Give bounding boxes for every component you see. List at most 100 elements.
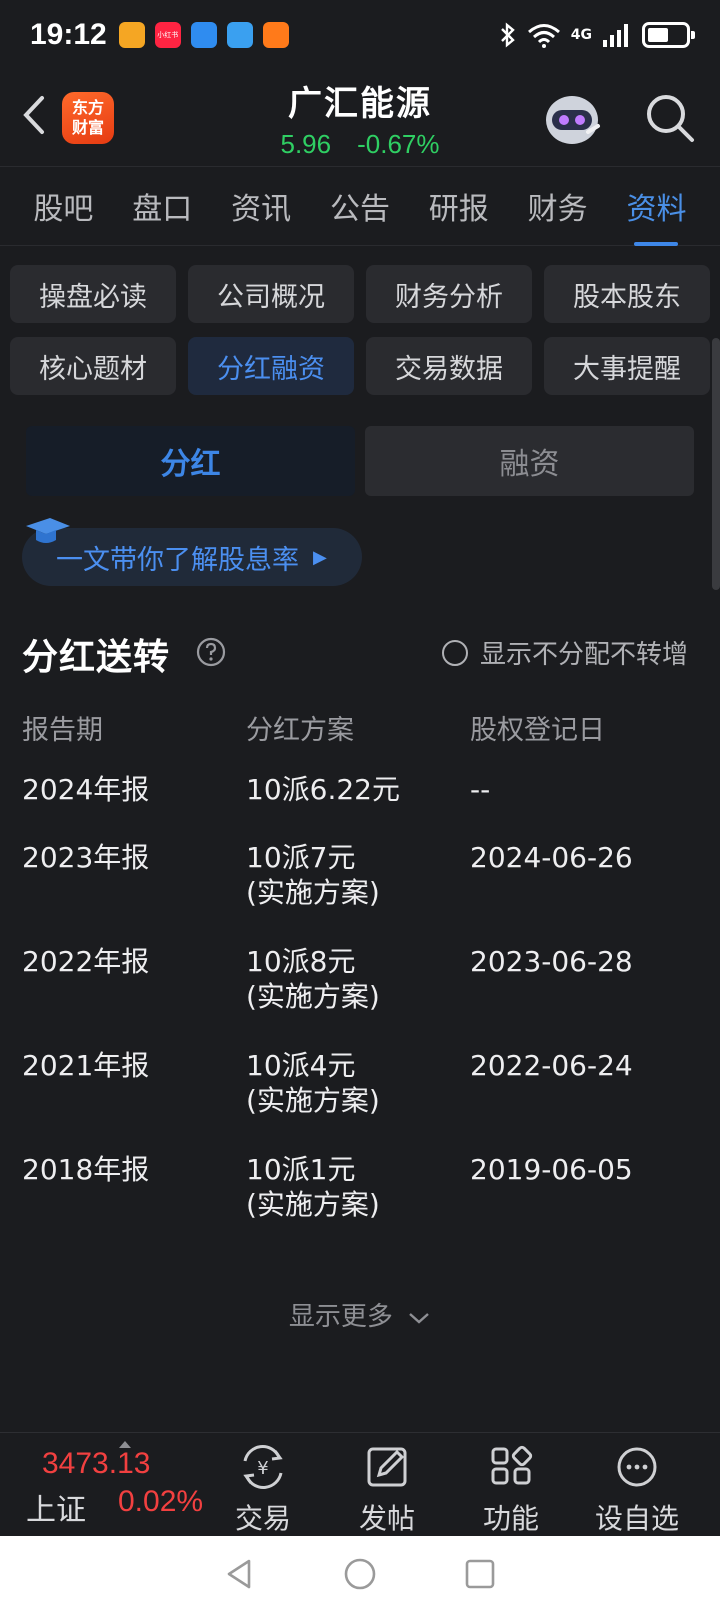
eastmoney-logo[interactable]: 东方 财富 (62, 92, 114, 144)
table-cell: 2022年报 (22, 945, 150, 978)
bottom-toolbar: 3473.13 上证 0.02% ¥ 交易 发帖 功能 设自选 (0, 1432, 720, 1536)
index-value: 3473.13 (42, 1447, 151, 1480)
tab-6[interactable]: 资料 (622, 176, 690, 246)
logo-line1: 东方 (71, 98, 104, 117)
dividend-financing-segment: 分红 融资 (26, 426, 694, 496)
scrollbar[interactable] (712, 338, 720, 590)
segment-dividend[interactable]: 分红 (26, 426, 355, 496)
table-cell: 10派4元 (实施方案) (246, 1049, 380, 1117)
logo-line2: 财富 (71, 118, 104, 137)
graduation-cap-icon (26, 518, 70, 543)
app-icon-orange (262, 22, 289, 48)
table-cell: 2023-06-28 (470, 945, 633, 978)
show-no-distribution-toggle[interactable]: 显示不分配不转增 (442, 634, 688, 671)
sub-tab-5[interactable]: 分红融资 (188, 337, 354, 395)
sub-tab-1[interactable]: 公司概况 (188, 265, 354, 323)
svg-text:¥: ¥ (257, 1458, 268, 1479)
table-body: 2024年报 10派6.22元 -- 2023年报 10派7元 (实施方案) 2024-0… (22, 772, 702, 1256)
sub-tab-7[interactable]: 大事提醒 (544, 337, 710, 395)
stock-price: 5.96 (280, 129, 332, 159)
table-cell: 10派8元 (实施方案) (246, 945, 380, 1013)
add-watchlist-label: 设自选 (594, 1502, 679, 1535)
table-cell: 10派7元 (实施方案) (246, 841, 380, 909)
back-button[interactable] (16, 90, 56, 140)
tab-5[interactable]: 财务 (524, 176, 592, 236)
dividend-table: 报告期 分红方案 股权登记日 2024年报 10派6.22元 -- 2023年报 10派7元… (22, 708, 702, 1256)
app-icon-weather (190, 22, 217, 48)
main-tabs: 股吧 盘口 资讯 公告 研报 财务 资料 (0, 166, 720, 246)
post-label: 发帖 (358, 1502, 415, 1535)
table-cell: 2023年报 (22, 841, 150, 874)
help-icon[interactable] (196, 637, 226, 667)
edit-post-icon (367, 1447, 407, 1487)
sub-tab-3[interactable]: 股本股东 (544, 265, 710, 323)
sub-tab-0[interactable]: 操盘必读 (10, 265, 176, 323)
tab-2[interactable]: 资讯 (227, 176, 295, 236)
segment-financing[interactable]: 融资 (365, 426, 694, 496)
index-ticker[interactable]: 3473.13 上证 0.02% (22, 1441, 212, 1533)
signal-icon (603, 24, 628, 47)
column-header: 股权登记日 (470, 715, 605, 746)
sub-tabs-grid: 操盘必读 公司概况 财务分析 股本股东核心题材 分红融资 交易数据 大事提醒 (10, 265, 710, 395)
index-change: 0.02% (118, 1485, 204, 1518)
promo-text: 一文带你了解股息率 (56, 544, 299, 576)
bluetooth-icon (500, 22, 515, 48)
table-row: 2018年报 10派1元 (实施方案) 2019-06-05 (22, 1152, 702, 1256)
table-row: 2023年报 10派7元 (实施方案) 2024-06-26 (22, 840, 702, 944)
more-circle-icon (617, 1447, 657, 1487)
chevron-down-icon (409, 1312, 429, 1324)
section-title: 分红送转 (22, 637, 171, 678)
table-cell: 2024-06-26 (470, 841, 633, 874)
show-no-distribution-label: 显示不分配不转增 (480, 640, 689, 670)
notification-app-icons: 小红书 (118, 22, 289, 48)
stock-quote: 5.96 -0.67% (200, 129, 520, 160)
app-icon-yellow (118, 22, 145, 48)
play-arrow-icon: ▶ (313, 546, 327, 568)
status-indicators: 4G (499, 22, 695, 48)
nav-recents-icon[interactable] (463, 1557, 497, 1591)
yuan-exchange-icon: ¥ (243, 1445, 283, 1489)
network-type: 4G (570, 27, 592, 43)
nav-back-icon[interactable] (223, 1557, 257, 1591)
sub-tab-2[interactable]: 财务分析 (366, 265, 532, 323)
chevron-left-icon (23, 96, 44, 134)
table-cell: -- (470, 773, 491, 806)
table-row: 2024年报 10派6.22元 -- (22, 772, 702, 840)
tab-3[interactable]: 公告 (326, 176, 394, 236)
search-button[interactable] (642, 90, 698, 146)
show-more-button[interactable]: 显示更多 (0, 1296, 720, 1333)
wifi-icon (527, 24, 560, 48)
functions-label: 功能 (482, 1502, 539, 1535)
table-cell: 2024年报 (22, 773, 150, 806)
tab-1[interactable]: 盘口 (128, 176, 196, 236)
battery-icon (642, 22, 695, 48)
stock-name: 广汇能源 (288, 84, 432, 124)
table-cell: 10派6.22元 (246, 773, 400, 806)
table-row: 2021年报 10派4元 (实施方案) 2022-06-24 (22, 1048, 702, 1152)
stock-change: -0.67% (357, 129, 440, 159)
table-header: 报告期 分红方案 股权登记日 (22, 708, 702, 768)
table-cell: 10派1元 (实施方案) (246, 1153, 380, 1221)
index-name: 上证 (26, 1493, 86, 1528)
table-cell: 2021年报 (22, 1049, 150, 1082)
status-bar: 19:12 小红书 4G (0, 0, 720, 70)
stock-title: 广汇能源 5.96 -0.67% (200, 76, 520, 160)
column-header: 分红方案 (246, 715, 354, 746)
add-watchlist-button[interactable]: 设自选 (582, 1445, 692, 1535)
trade-button[interactable]: ¥ 交易 (208, 1445, 318, 1535)
tab-0[interactable]: 股吧 (29, 176, 97, 236)
post-button[interactable]: 发帖 (332, 1445, 442, 1535)
table-cell: 2022-06-24 (470, 1049, 633, 1082)
status-time: 19:12 (30, 18, 107, 51)
sub-tab-6[interactable]: 交易数据 (366, 337, 532, 395)
sub-tab-4[interactable]: 核心题材 (10, 337, 176, 395)
radio-unchecked-icon[interactable] (442, 639, 468, 666)
dividend-yield-promo[interactable]: 一文带你了解股息率 ▶ (22, 528, 362, 586)
android-nav-bar (0, 1536, 720, 1612)
nav-home-icon[interactable] (343, 1557, 377, 1591)
functions-button[interactable]: 功能 (456, 1445, 566, 1535)
app-icon-browser (226, 22, 253, 48)
robot-assistant-icon[interactable] (540, 86, 604, 150)
show-more-label: 显示更多 (288, 1302, 393, 1332)
tab-4[interactable]: 研报 (425, 176, 493, 236)
